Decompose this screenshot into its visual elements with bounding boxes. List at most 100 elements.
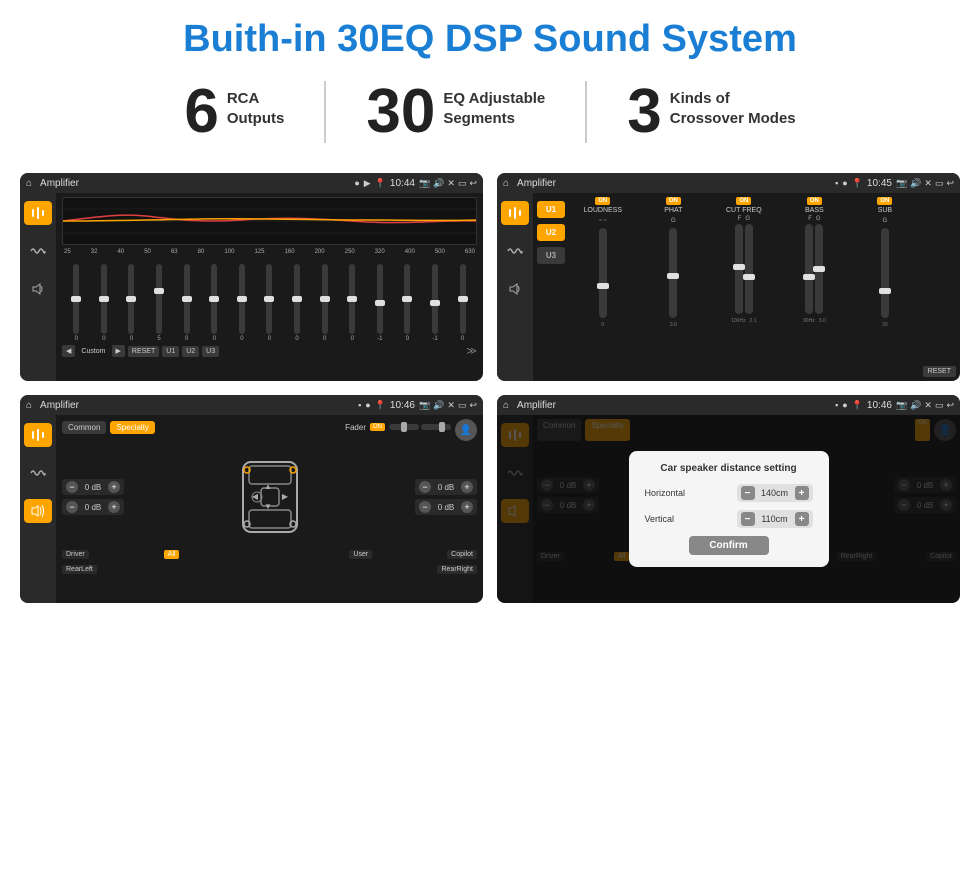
stat-rca: 6 RCAOutputs bbox=[144, 81, 326, 143]
stat-label-rca: RCAOutputs bbox=[227, 81, 285, 128]
phat-slider-g[interactable] bbox=[669, 228, 677, 318]
eq-freq-labels: 25 32 40 50 63 80 100 125 160 200 250 32… bbox=[62, 249, 477, 255]
bass-slider-f[interactable] bbox=[805, 224, 813, 314]
plus-btn-tr[interactable]: + bbox=[461, 481, 473, 493]
u1-btn[interactable]: U1 bbox=[162, 346, 179, 357]
eq-slider-1[interactable]: 0 bbox=[92, 264, 117, 342]
db-control-br: − 0 dB + bbox=[415, 499, 477, 515]
eq-slider-5[interactable]: 0 bbox=[202, 264, 227, 342]
rear-right-label[interactable]: RearRight bbox=[437, 565, 477, 574]
all-label[interactable]: All bbox=[164, 550, 180, 559]
dialog-overlay: Car speaker distance setting Horizontal … bbox=[497, 415, 960, 603]
u2-btn[interactable]: U2 bbox=[182, 346, 199, 357]
svg-text:▶: ▶ bbox=[281, 492, 288, 501]
driver-label[interactable]: Driver bbox=[62, 550, 89, 559]
back-icon-4[interactable]: ↩ bbox=[946, 400, 954, 411]
plus-btn-bl[interactable]: + bbox=[108, 501, 120, 513]
fader-track-2[interactable] bbox=[421, 424, 451, 430]
eq-slider-10[interactable]: 0 bbox=[340, 264, 365, 342]
eq-slider-14[interactable]: 0 bbox=[450, 264, 475, 342]
vertical-minus[interactable]: − bbox=[741, 512, 755, 526]
on-badge-bass: ON bbox=[807, 197, 822, 205]
user-label[interactable]: User bbox=[349, 550, 372, 559]
sub-slider[interactable] bbox=[881, 228, 889, 318]
pin-icon-3: 📍 bbox=[375, 400, 386, 411]
eq-slider-11[interactable]: -1 bbox=[368, 264, 393, 342]
minus-btn-tr[interactable]: − bbox=[419, 481, 431, 493]
home-icon-2[interactable]: ⌂ bbox=[503, 178, 509, 189]
dot3-icon: ● bbox=[365, 400, 370, 410]
horizontal-plus[interactable]: + bbox=[795, 486, 809, 500]
sidebar-wave-btn-3[interactable] bbox=[24, 461, 52, 485]
home-icon-3[interactable]: ⌂ bbox=[26, 400, 32, 411]
pin-icon-2: 📍 bbox=[852, 178, 863, 189]
on-badge-cutfreq: ON bbox=[736, 197, 751, 205]
minus-btn-bl[interactable]: − bbox=[66, 501, 78, 513]
plus-btn-tl[interactable]: + bbox=[108, 481, 120, 493]
bass-slider-g[interactable] bbox=[815, 224, 823, 314]
plus-btn-br[interactable]: + bbox=[461, 501, 473, 513]
fader-track-1[interactable] bbox=[389, 424, 419, 430]
tab-specialty[interactable]: Specialty bbox=[110, 421, 154, 434]
back-icon-1[interactable]: ↩ bbox=[469, 178, 477, 189]
eq-slider-7[interactable]: 0 bbox=[257, 264, 282, 342]
back-icon-3[interactable]: ↩ bbox=[469, 400, 477, 411]
vol-icon-2: 🔊 bbox=[910, 178, 921, 189]
sidebar-eq-btn[interactable] bbox=[24, 201, 52, 225]
back-icon-2[interactable]: ↩ bbox=[946, 178, 954, 189]
loudness-slider[interactable] bbox=[599, 228, 607, 318]
eq-slider-3[interactable]: 5 bbox=[147, 264, 172, 342]
eq-slider-4[interactable]: 0 bbox=[174, 264, 199, 342]
dialog-horizontal-row: Horizontal − 140cm + bbox=[645, 484, 813, 502]
eq-slider-9[interactable]: 0 bbox=[312, 264, 337, 342]
next-btn[interactable]: ▶ bbox=[112, 345, 125, 357]
copilot-label[interactable]: Copilot bbox=[447, 550, 477, 559]
sidebar-wave-btn[interactable] bbox=[24, 239, 52, 263]
home-icon-4[interactable]: ⌂ bbox=[503, 400, 509, 411]
sidebar-speaker-btn-2[interactable] bbox=[501, 277, 529, 301]
eq-slider-8[interactable]: 0 bbox=[285, 264, 310, 342]
sidebar-eq-btn-3[interactable] bbox=[24, 423, 52, 447]
cutfreq-slider-f[interactable] bbox=[735, 224, 743, 314]
sq-icon-1: ▭ bbox=[458, 178, 467, 189]
eq-slider-6[interactable]: 0 bbox=[230, 264, 255, 342]
rear-left-label[interactable]: RearLeft bbox=[62, 565, 97, 574]
eq-slider-0[interactable]: 0 bbox=[64, 264, 89, 342]
sidebar-speaker-btn[interactable] bbox=[24, 277, 52, 301]
horizontal-minus[interactable]: − bbox=[741, 486, 755, 500]
ch-label-phat: PHAT bbox=[664, 207, 682, 214]
prev-btn[interactable]: ◀ bbox=[62, 345, 75, 357]
svg-text:▲: ▲ bbox=[264, 482, 272, 491]
rear-labels: RearLeft RearRight bbox=[62, 562, 477, 574]
eq-slider-13[interactable]: -1 bbox=[423, 264, 448, 342]
avatar-btn[interactable]: 👤 bbox=[455, 419, 477, 441]
tabs-row-3: Common Specialty bbox=[62, 421, 155, 434]
fader-thumb-2[interactable] bbox=[439, 422, 445, 432]
home-icon-1[interactable]: ⌂ bbox=[26, 178, 32, 189]
ch-label-bass: BASS bbox=[805, 207, 824, 214]
u2-button[interactable]: U2 bbox=[537, 224, 565, 241]
pin-icon-4: 📍 bbox=[852, 400, 863, 411]
vol-icon-3: 🔊 bbox=[433, 400, 444, 411]
eq-slider-12[interactable]: 0 bbox=[395, 264, 420, 342]
u3-btn[interactable]: U3 bbox=[202, 346, 219, 357]
sidebar-eq-btn-2[interactable] bbox=[501, 201, 529, 225]
eq-slider-2[interactable]: 0 bbox=[119, 264, 144, 342]
u3-button[interactable]: U3 bbox=[537, 247, 565, 264]
dot4-icon: ● bbox=[842, 400, 847, 410]
vol-icon-1: 🔊 bbox=[433, 178, 444, 189]
fader-thumb-1[interactable] bbox=[401, 422, 407, 432]
minus-btn-br[interactable]: − bbox=[419, 501, 431, 513]
minus-btn-tl[interactable]: − bbox=[66, 481, 78, 493]
cutfreq-slider-g[interactable] bbox=[745, 224, 753, 314]
vertical-plus[interactable]: + bbox=[795, 512, 809, 526]
sidebar-wave-btn-2[interactable] bbox=[501, 239, 529, 263]
tab-common[interactable]: Common bbox=[62, 421, 106, 434]
dialog-box: Car speaker distance setting Horizontal … bbox=[629, 451, 829, 567]
confirm-button[interactable]: Confirm bbox=[689, 536, 769, 555]
reset-btn-2[interactable]: RESET bbox=[923, 366, 956, 377]
expand-icon[interactable]: ≫ bbox=[467, 346, 477, 357]
reset-btn[interactable]: RESET bbox=[128, 346, 159, 357]
sidebar-speaker-btn-3[interactable] bbox=[24, 499, 52, 523]
u1-button[interactable]: U1 bbox=[537, 201, 565, 218]
